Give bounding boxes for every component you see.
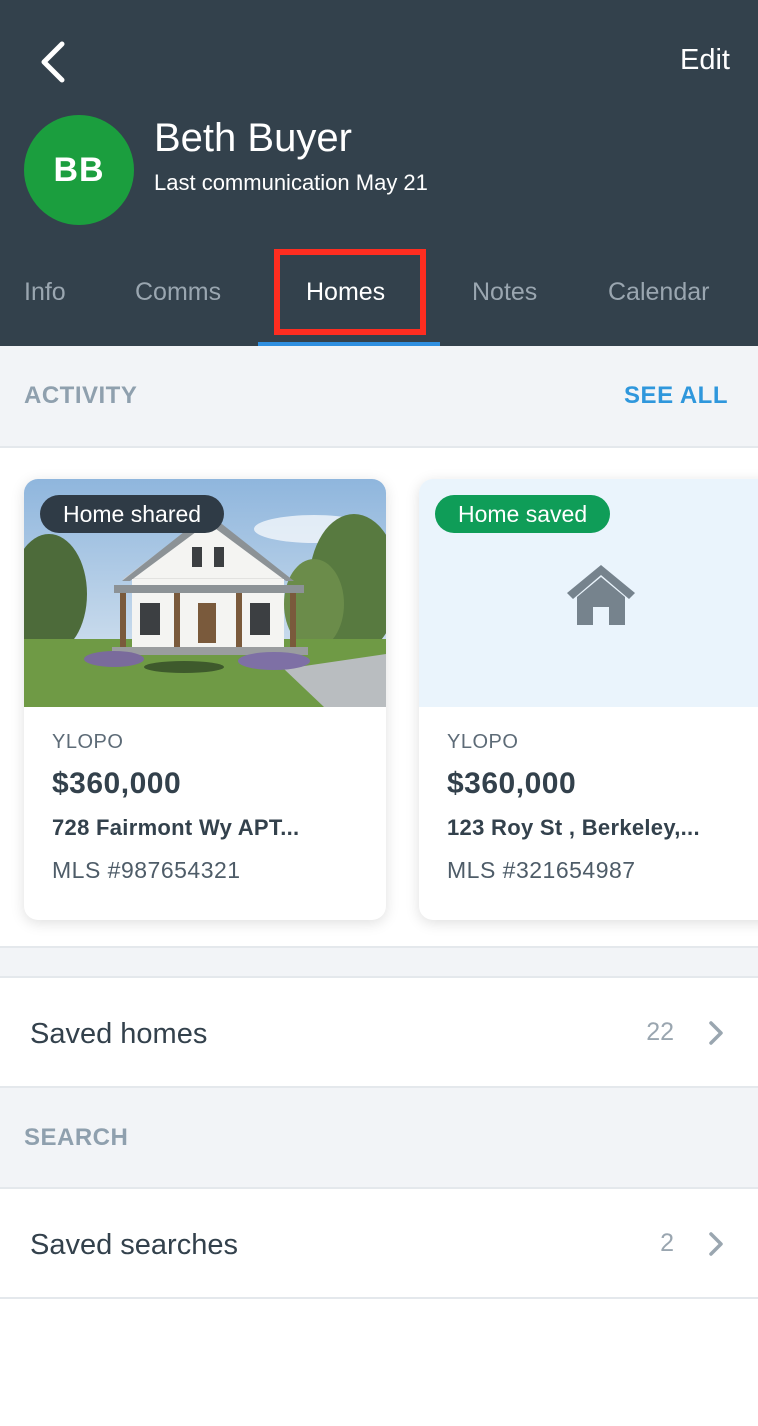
saved-homes-label: Saved homes [30, 1018, 208, 1050]
avatar: BB [24, 115, 134, 225]
back-button[interactable] [30, 36, 74, 88]
tab-calendar[interactable]: Calendar [608, 262, 709, 346]
back-arrow-icon [41, 41, 65, 83]
house-photo: Home shared [24, 479, 386, 707]
tab-bar: Info Comms Homes Notes Calendar [0, 262, 758, 346]
card-mls: MLS #321654987 [447, 857, 636, 883]
saved-searches-label: Saved searches [30, 1229, 238, 1261]
card-source: YLOPO [447, 731, 519, 753]
edit-button[interactable]: Edit [680, 44, 730, 77]
search-section-header: SEARCH [0, 1088, 758, 1189]
section-spacer [0, 948, 758, 978]
card-address: 728 Fairmont Wy APT... [52, 815, 300, 840]
activity-carousel[interactable]: Home shared YLOPO $360,000 728 Fairmont … [0, 448, 758, 948]
saved-searches-count: 2 [660, 1229, 674, 1257]
saved-homes-row[interactable]: Saved homes 22 [0, 978, 758, 1088]
contact-name: Beth Buyer [154, 116, 352, 160]
saved-homes-count: 22 [646, 1018, 674, 1046]
chevron-right-icon [709, 1232, 723, 1256]
tab-homes[interactable]: Homes [306, 262, 385, 346]
home-saved-badge: Home saved [435, 495, 611, 533]
card-mls: MLS #987654321 [52, 857, 241, 883]
card-source: YLOPO [52, 731, 124, 753]
search-section-label: SEARCH [24, 1124, 129, 1151]
tab-notes[interactable]: Notes [472, 262, 537, 346]
home-icon [567, 565, 635, 625]
activity-section-label: ACTIVITY [24, 382, 138, 409]
card-address: 123 Roy St , Berkeley,... [447, 815, 700, 840]
see-all-link[interactable]: SEE ALL [624, 382, 728, 410]
tab-comms[interactable]: Comms [135, 262, 221, 346]
last-communication: Last communication May 21 [154, 170, 428, 195]
home-card[interactable]: Home saved YLOPO $360,000 123 Roy St , B… [419, 479, 758, 920]
home-shared-badge: Home shared [40, 495, 225, 533]
image-placeholder: Home saved [419, 479, 758, 707]
saved-searches-row[interactable]: Saved searches 2 [0, 1189, 758, 1299]
card-price: $360,000 [52, 767, 182, 800]
card-price: $360,000 [447, 767, 577, 800]
tab-info[interactable]: Info [24, 262, 66, 346]
chevron-right-icon [709, 1021, 723, 1045]
contact-header: Edit BB Beth Buyer Last communication Ma… [0, 0, 758, 346]
activity-section-header: ACTIVITY SEE ALL [0, 346, 758, 448]
home-card[interactable]: Home shared YLOPO $360,000 728 Fairmont … [24, 479, 386, 920]
